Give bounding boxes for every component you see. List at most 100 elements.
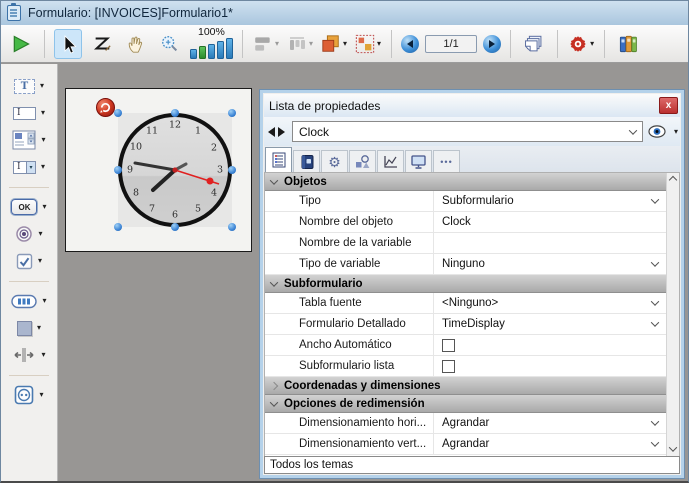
theme-filter-bar[interactable]: Todos los temas <box>264 456 680 474</box>
selection-handle-sw[interactable] <box>114 223 122 231</box>
listbox-tool[interactable]: ▾ <box>12 129 45 151</box>
tipo-dropdown[interactable]: Subformulario <box>433 191 666 211</box>
nombre-variable-field[interactable] <box>433 233 666 253</box>
selection-handle-s[interactable] <box>171 223 179 231</box>
explorer-button[interactable] <box>614 29 642 59</box>
section-opciones-redimension[interactable]: Opciones de redimensión <box>265 395 666 413</box>
align-menu-button[interactable]: ▾ <box>252 29 280 59</box>
zoom-tool-button[interactable] <box>156 29 184 59</box>
scroll-down-icon[interactable] <box>669 443 677 451</box>
caret-down-icon[interactable]: ▾ <box>309 40 313 48</box>
tabla-fuente-dropdown[interactable]: <Ninguno> <box>433 293 666 313</box>
group-menu-button[interactable]: ▾ <box>354 29 382 59</box>
caret-down-icon[interactable]: ▾ <box>37 324 41 332</box>
caret-down-icon[interactable]: ▾ <box>38 257 42 265</box>
object-selector-dropdown[interactable]: Clock <box>292 121 643 142</box>
selection-tool-button[interactable] <box>54 29 82 59</box>
caret-down-icon[interactable]: ▾ <box>674 128 678 136</box>
chevron-right-icon <box>270 381 278 389</box>
checkbox-tool[interactable]: ▾ <box>16 250 42 272</box>
caret-down-icon[interactable]: ▾ <box>40 82 44 90</box>
object-pager[interactable] <box>266 125 287 139</box>
execute-form-button[interactable] <box>7 29 35 59</box>
rectangle-tool[interactable]: ▾ <box>17 317 41 339</box>
distribute-menu-button[interactable]: ▾ <box>286 29 314 59</box>
scroll-up-icon[interactable] <box>669 176 677 184</box>
property-value: TimeDisplay <box>442 318 646 330</box>
property-scrollbar[interactable] <box>666 173 679 456</box>
level-menu-button[interactable]: ▾ <box>320 29 348 59</box>
section-subformulario[interactable]: Subformulario <box>265 275 666 293</box>
caret-down-icon[interactable]: ▾ <box>41 351 45 359</box>
form-actions-button[interactable]: ▾ <box>567 29 595 59</box>
selection-handle-w[interactable] <box>114 166 122 174</box>
draw-tool-button[interactable] <box>88 29 116 59</box>
tab-action[interactable]: ⚙ <box>321 150 348 172</box>
zoom-bar[interactable] <box>190 49 197 59</box>
zoom-bar-current[interactable] <box>199 46 206 59</box>
next-page-button[interactable] <box>483 35 501 53</box>
plugin-area-tool[interactable]: ▾ <box>14 384 43 406</box>
previous-page-button[interactable] <box>401 35 419 53</box>
splitter-tool[interactable]: ▾ <box>12 344 45 366</box>
section-objetos[interactable]: Objetos <box>265 173 666 191</box>
caret-down-icon[interactable]: ▾ <box>343 40 347 48</box>
subformulario-lista-checkbox[interactable] <box>442 360 455 373</box>
caret-down-icon[interactable]: ▾ <box>590 40 594 48</box>
subform-badge-icon[interactable] <box>95 97 116 118</box>
button-grid-tool[interactable]: ▾ <box>11 290 46 312</box>
caret-down-icon[interactable]: ▾ <box>41 109 45 117</box>
previous-object-icon[interactable] <box>268 127 275 137</box>
selection-handle-se[interactable] <box>228 223 236 231</box>
formulario-detallado-dropdown[interactable]: TimeDisplay <box>433 314 666 334</box>
tab-appearance[interactable] <box>349 150 376 172</box>
selection-handle-n[interactable] <box>171 109 179 117</box>
eye-icon[interactable] <box>648 124 669 139</box>
tab-display[interactable] <box>405 150 432 172</box>
zoom-bar[interactable] <box>226 38 233 59</box>
zoom-bar[interactable] <box>217 41 224 59</box>
property-row-nombre-variable: Nombre de la variable <box>265 233 666 254</box>
zoom-bars-icon[interactable] <box>190 38 233 59</box>
radio-button-tool[interactable]: ▾ <box>15 223 42 245</box>
property-label: Tipo <box>265 191 433 211</box>
property-list-titlebar[interactable]: Lista de propiedades x <box>264 94 680 117</box>
button-tool[interactable]: OK ▾ <box>11 196 46 218</box>
zoom-level-widget[interactable]: 100% <box>190 27 233 61</box>
combobox-tool[interactable]: I▾ ▾ <box>13 156 45 178</box>
caret-down-icon[interactable]: ▾ <box>42 297 46 305</box>
selection-handle-ne[interactable] <box>228 109 236 117</box>
pages-manager-button[interactable] <box>520 29 548 59</box>
caret-down-icon[interactable]: ▾ <box>377 40 381 48</box>
caret-down-icon[interactable]: ▾ <box>38 230 42 238</box>
nombre-objeto-field[interactable]: Clock <box>433 212 666 232</box>
property-value: Agrandar <box>442 417 646 429</box>
caret-down-icon[interactable]: ▾ <box>275 40 279 48</box>
caret-down-icon[interactable]: ▾ <box>42 203 46 211</box>
zoom-bar[interactable] <box>208 44 215 59</box>
tab-property-list[interactable] <box>265 147 292 172</box>
distribute-icon <box>287 34 307 54</box>
pan-tool-button[interactable] <box>122 29 150 59</box>
next-object-icon[interactable] <box>278 127 285 137</box>
clock-widget[interactable]: 12 1 2 3 4 5 6 7 8 9 10 11 <box>115 110 235 230</box>
dimensionamiento-vertical-dropdown[interactable]: Agrandar <box>433 434 666 454</box>
dimensionamiento-horizontal-dropdown[interactable]: Agrandar <box>433 413 666 433</box>
arrow-left-icon <box>407 40 413 48</box>
ancho-automatico-checkbox[interactable] <box>442 339 455 352</box>
caret-down-icon[interactable]: ▾ <box>39 391 43 399</box>
close-button[interactable]: x <box>659 97 678 114</box>
caret-down-icon[interactable]: ▾ <box>41 163 45 171</box>
section-coordenadas[interactable]: Coordenadas y dimensiones <box>265 377 666 395</box>
tab-more[interactable]: ••• <box>433 150 460 172</box>
property-label: Dimensionamiento vert... <box>265 434 433 454</box>
input-field-tool[interactable]: I ▾ <box>13 102 45 124</box>
static-text-tool[interactable]: T ▾ <box>14 75 44 97</box>
selection-handle-e[interactable] <box>228 166 236 174</box>
tipo-variable-dropdown[interactable]: Ninguno <box>433 254 666 274</box>
tab-data[interactable] <box>293 150 320 172</box>
caret-down-icon[interactable]: ▾ <box>41 136 45 144</box>
form-canvas[interactable]: 12 1 2 3 4 5 6 7 8 9 10 11 <box>65 88 252 252</box>
tab-resize-options[interactable] <box>377 150 404 172</box>
object-navigation-row: Clock ▾ <box>264 117 680 146</box>
